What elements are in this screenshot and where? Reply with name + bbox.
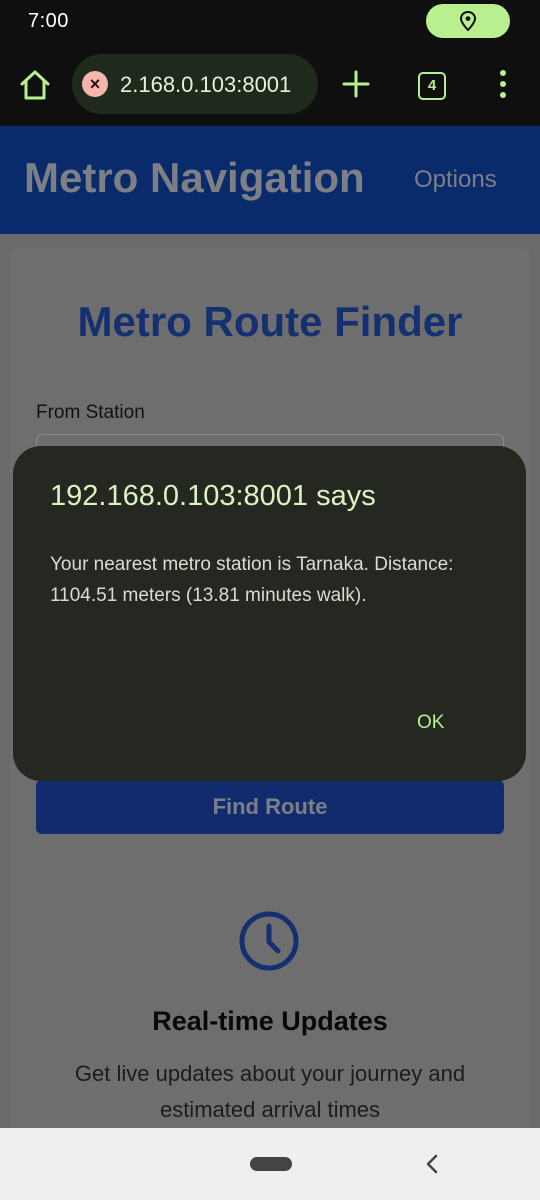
feature-description: Get live updates about your journey and … <box>74 1061 466 1122</box>
location-indicator[interactable] <box>426 4 510 38</box>
page-title: Metro Route Finder <box>77 298 463 345</box>
home-icon[interactable] <box>18 68 52 102</box>
location-pin-icon <box>459 11 477 31</box>
ok-button[interactable]: OK <box>409 708 452 738</box>
dialog-title: 192.168.0.103:8001 says <box>50 480 376 512</box>
plus-icon[interactable] <box>340 68 372 100</box>
alert-dialog: 192.168.0.103:8001 says Your nearest met… <box>13 446 526 781</box>
status-time: 7:00 <box>28 10 69 32</box>
tab-switcher-button[interactable]: 4 <box>418 72 446 100</box>
from-station-label: From Station <box>36 402 145 423</box>
dialog-message: Your nearest metro station is Tarnaka. D… <box>50 554 454 606</box>
status-bar: 7:00 <box>0 0 540 42</box>
clock-icon <box>239 911 299 971</box>
site-error-badge[interactable]: × <box>82 71 108 97</box>
url-bar[interactable]: × 2.168.0.103:8001 <box>72 54 318 114</box>
feature-title: Real-time Updates <box>152 1006 388 1036</box>
site-brand[interactable]: Metro Navigation <box>24 154 365 202</box>
back-icon[interactable] <box>424 1153 440 1175</box>
close-icon: × <box>89 74 101 94</box>
url-text: 2.168.0.103:8001 <box>120 72 292 97</box>
system-nav-bar <box>0 1128 540 1200</box>
more-vertical-icon[interactable] <box>498 70 508 100</box>
options-link[interactable]: Options <box>414 166 497 194</box>
site-header: Metro Navigation Options <box>0 126 540 234</box>
home-gesture-handle[interactable] <box>250 1157 292 1171</box>
browser-toolbar: × 2.168.0.103:8001 4 <box>0 42 540 126</box>
find-route-button[interactable]: Find Route <box>36 780 504 834</box>
